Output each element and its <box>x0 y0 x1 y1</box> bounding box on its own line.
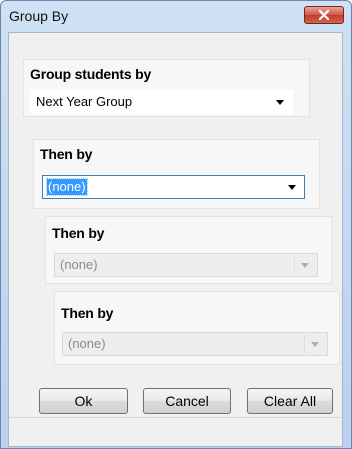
group-panel-1: Group students by Next Year Group <box>23 59 310 117</box>
cancel-button[interactable]: Cancel <box>143 388 231 414</box>
then-by-label-1: Then by <box>40 146 93 162</box>
then-by-value-2: (none) <box>60 257 98 272</box>
group-students-by-value: Next Year Group <box>36 94 133 109</box>
ok-button[interactable]: Ok <box>39 388 128 414</box>
then-by-value-1: (none) <box>46 178 88 196</box>
chevron-down-icon[interactable] <box>288 185 296 190</box>
chevron-down-icon[interactable] <box>276 100 284 105</box>
dropdown-separator <box>294 256 295 274</box>
group-panel-4: Then by (none) <box>54 291 340 365</box>
status-strip <box>9 417 342 446</box>
title-bar[interactable]: Group By <box>1 1 351 31</box>
window-title: Group By <box>9 8 69 24</box>
dropdown-separator <box>304 335 305 353</box>
group-students-by-select[interactable]: Next Year Group <box>30 90 293 114</box>
group-panel-3: Then by (none) <box>45 216 332 284</box>
chevron-down-icon[interactable] <box>311 342 319 347</box>
then-by-select-3[interactable]: (none) <box>62 332 328 356</box>
then-by-select-2[interactable]: (none) <box>54 253 318 277</box>
group-panel-2: Then by (none) <box>33 139 320 209</box>
chevron-down-icon[interactable] <box>301 263 309 268</box>
clear-all-button[interactable]: Clear All <box>247 388 333 414</box>
then-by-select-1[interactable]: (none) <box>42 175 305 199</box>
group-students-by-label: Group students by <box>30 66 152 82</box>
close-icon <box>319 10 329 20</box>
then-by-label-2: Then by <box>52 225 105 241</box>
close-button[interactable] <box>304 6 344 24</box>
group-by-dialog: Group By Group students by Next Year Gro… <box>0 0 352 449</box>
then-by-label-3: Then by <box>61 305 114 321</box>
dialog-body: Group students by Next Year Group Then b… <box>8 32 343 447</box>
then-by-value-3: (none) <box>68 336 106 351</box>
